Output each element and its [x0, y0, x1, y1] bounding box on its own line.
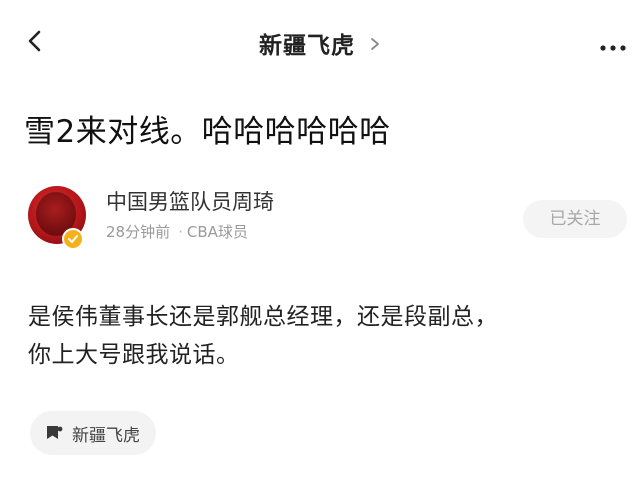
- post-body: 是侯伟董事长还是郭舰总经理，还是段副总， 你上大号跟我说话。: [28, 298, 618, 374]
- topic-tag[interactable]: 新疆飞虎: [30, 411, 156, 455]
- follow-button[interactable]: 已关注: [523, 200, 627, 238]
- post-body-line: 是侯伟董事长还是郭舰总经理，还是段副总，: [28, 304, 498, 330]
- author-name[interactable]: 中国男篮队员周琦: [106, 186, 274, 216]
- post-body-line: 你上大号跟我说话。: [28, 342, 240, 368]
- post-time: 28分钟前: [106, 223, 171, 241]
- post-title: 雪2来对线。哈哈哈哈哈哈: [24, 114, 391, 150]
- topic-label: 新疆飞虎: [72, 425, 140, 446]
- meta-separator: ·: [178, 223, 183, 241]
- chevron-right-icon: [368, 36, 382, 50]
- nav-title: 新疆飞虎: [258, 33, 355, 59]
- more-horizontal-icon[interactable]: [599, 38, 627, 51]
- nav-title-link[interactable]: 新疆飞虎: [0, 26, 641, 60]
- author-title: CBA球员: [186, 223, 248, 241]
- topic-bookmark-icon: [44, 423, 64, 443]
- verified-badge-icon: [62, 228, 84, 250]
- author-meta: 28分钟前 · CBA球员: [106, 221, 248, 242]
- top-nav-bar: 新疆飞虎: [0, 0, 641, 80]
